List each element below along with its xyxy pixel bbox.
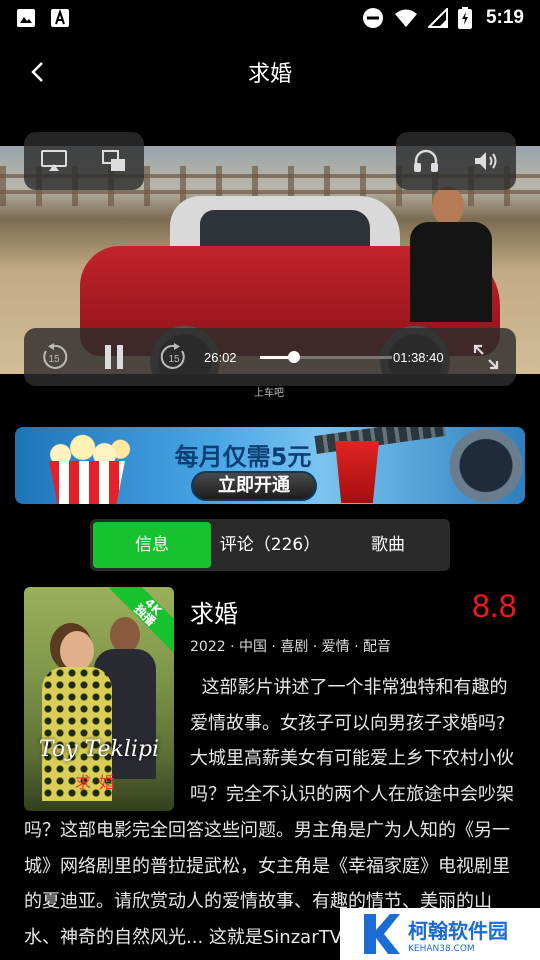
image-notification-icon [17, 9, 35, 27]
watermark-logo-icon [364, 914, 400, 954]
soda-cup-icon [335, 441, 379, 503]
description-line: 吗？这部电影完全回答这些问题。男主角是广为人知的《另一 [24, 820, 510, 841]
ad-headline: 每月仅需5元 [174, 443, 312, 471]
description-line: 吗？完全不认识的两个人在旅途中会吵架 [190, 783, 514, 805]
vip-ad-banner[interactable]: 每月仅需5元 立即开通 [15, 427, 525, 504]
playback-controls: 15 15 26:02 01:38:40 [24, 328, 516, 386]
movie-meta: 2022 · 中国 · 喜剧 · 爱情 · 配音 [190, 639, 392, 655]
picture-in-picture-icon [102, 150, 125, 171]
app-notification-icon [51, 8, 69, 27]
cast-controls [24, 132, 144, 190]
pause-icon [105, 345, 123, 369]
total-time: 01:38:40 [393, 350, 444, 365]
subtitle-caption: 上车吧 [254, 388, 284, 399]
rewind-15-button[interactable]: 15 [38, 341, 70, 373]
movie-description-side: 这部影片讲述了一个非常独特和有趣的 爱情故事。女孩子可以向男孩子求婚吗? 大城里… [190, 670, 520, 812]
watermark-name: 柯翰软件园 [408, 918, 508, 943]
film-reel-icon [395, 427, 525, 504]
movie-poster[interactable]: Toy Teklipi 求婚 4K 独播 [24, 587, 174, 811]
detail-tabs: 信息 评论（226） 歌曲 [90, 519, 450, 571]
description-line: 城》网络剧里的普拉提武松，女主角是《幸福家庭》电视剧里 [24, 855, 510, 877]
poster-title-en: Toy Teklipi [38, 737, 160, 762]
site-watermark: 柯翰软件园 KEHAN38.COM [340, 908, 540, 960]
svg-text:15: 15 [168, 354, 180, 365]
subscribe-button[interactable]: 立即开通 [191, 471, 317, 501]
seek-bar[interactable] [260, 351, 392, 363]
page-title: 求婚 [247, 62, 292, 87]
description-line: 爱情故事。女孩子可以向男孩子求婚吗? [190, 712, 506, 734]
popcorn-icon [37, 431, 137, 504]
volume-button[interactable] [470, 145, 502, 177]
seek-bar-thumb[interactable] [288, 351, 301, 363]
status-bar: 5:19 [0, 0, 540, 36]
clock: 5:19 [485, 7, 524, 28]
battery-icon [457, 7, 472, 29]
watermark-url: KEHAN38.COM [408, 943, 475, 954]
tab-info[interactable]: 信息 [93, 522, 211, 568]
airplay-button[interactable] [38, 145, 70, 177]
forward-15-icon: 15 [160, 343, 185, 369]
movie-score: 8.8 [472, 588, 517, 624]
fullscreen-button[interactable] [470, 341, 502, 373]
svg-text:15: 15 [48, 354, 60, 365]
tab-songs[interactable]: 歌曲 [329, 522, 447, 568]
fullscreen-icon [473, 344, 499, 370]
header: 求婚 [0, 44, 540, 100]
wifi-icon [394, 9, 417, 27]
headphones-button[interactable] [410, 145, 442, 177]
headphones-icon [414, 149, 438, 172]
description-line: 这部影片讲述了一个非常独特和有趣的 [190, 677, 508, 698]
description-line: 大城里高薪美女有可能爱上乡下农村小伙 [190, 748, 514, 769]
poster-title-cn: 求婚 [74, 773, 123, 792]
forward-15-button[interactable]: 15 [158, 341, 190, 373]
pip-button[interactable] [98, 145, 130, 177]
movie-title: 求婚 [190, 600, 238, 628]
volume-icon [475, 152, 497, 170]
airplay-icon [41, 150, 67, 171]
cell-signal-icon [427, 8, 448, 28]
audio-controls [396, 132, 516, 190]
current-time: 26:02 [204, 350, 237, 365]
rewind-15-icon: 15 [43, 343, 68, 369]
pause-button[interactable] [98, 341, 130, 373]
tab-comments[interactable]: 评论（226） [211, 522, 329, 568]
dnd-icon [362, 8, 383, 28]
